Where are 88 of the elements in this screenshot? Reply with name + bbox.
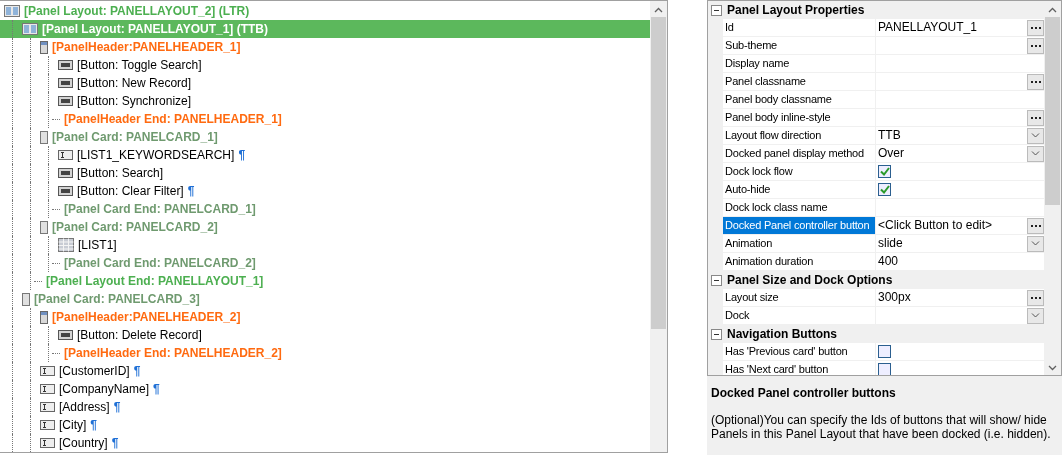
tree-item[interactable]: [Button: New Record]	[0, 74, 650, 92]
panel-icon	[40, 310, 48, 324]
ellipsis-button[interactable]	[1027, 73, 1044, 90]
tree-item[interactable]: [CompanyName] ¶	[0, 380, 650, 398]
button-icon	[58, 186, 73, 196]
textbox-icon	[40, 420, 55, 430]
chevron-down-icon	[1031, 151, 1040, 156]
property-name[interactable]: Docked panel display method	[723, 145, 876, 162]
property-value: TTB	[878, 127, 901, 144]
property-value: slide	[878, 235, 903, 252]
paragraph-mark: ¶	[133, 364, 141, 378]
property-name[interactable]: Layout flow direction	[723, 127, 876, 144]
button-icon	[58, 330, 73, 340]
property-value: 400	[878, 253, 899, 270]
tree-item[interactable]: [Button: Clear Filter] ¶	[0, 182, 650, 200]
button-icon	[58, 168, 73, 178]
button-icon	[58, 96, 73, 106]
tree-item[interactable]: [Address] ¶	[0, 398, 650, 416]
textbox-icon	[40, 384, 55, 394]
paragraph-mark: ¶	[90, 418, 98, 432]
tree-item[interactable]: [City] ¶	[0, 416, 650, 434]
description-text: (Optional)You can specify the Ids of buttons that will show/ hide Panels in this Panel Layout that have been docked (i.e. hidden).	[711, 413, 1052, 441]
panel-icon	[40, 40, 48, 54]
textbox-icon	[58, 150, 73, 160]
property-name[interactable]: Id	[723, 19, 876, 36]
scroll-down-icon[interactable]	[1048, 365, 1057, 371]
chevron-down-icon	[1031, 133, 1040, 138]
property-value: <Click Button to edit>	[878, 217, 993, 234]
tree-item[interactable]: [Button: Search]	[0, 164, 650, 182]
category-title: Panel Size and Dock Options	[727, 273, 893, 287]
button-icon	[58, 60, 73, 70]
textbox-icon	[40, 366, 55, 376]
ellipsis-icon	[1030, 80, 1041, 83]
ellipsis-icon	[1030, 224, 1041, 227]
paragraph-mark: ¶	[187, 184, 195, 198]
ellipsis-button[interactable]	[1027, 109, 1044, 126]
ellipsis-button[interactable]	[1027, 37, 1044, 54]
chevron-down-icon	[1031, 313, 1040, 318]
tree-item[interactable]: [Button: Delete Record]	[0, 326, 650, 344]
property-name[interactable]: Animation duration	[723, 253, 876, 270]
button-icon	[58, 78, 73, 88]
checkbox[interactable]	[878, 183, 891, 196]
scroll-up-icon[interactable]	[654, 7, 663, 13]
tree-item[interactable]: [LIST1]	[0, 236, 650, 254]
collapse-toggle[interactable]	[711, 4, 722, 16]
property-name[interactable]: Animation	[723, 235, 876, 252]
description-title: Docked Panel controller buttons	[711, 386, 897, 400]
grid-icon	[58, 238, 74, 252]
chevron-down-icon	[1031, 241, 1040, 246]
tree-item[interactable]: [Country] ¶	[0, 434, 650, 452]
tree-item[interactable]: [Button: Synchronize]	[0, 92, 650, 110]
ellipsis-button[interactable]	[1027, 289, 1044, 306]
card-icon	[40, 130, 48, 144]
tree-item[interactable]: [LIST1_KEYWORDSEARCH] ¶	[0, 146, 650, 164]
property-value: Over	[878, 145, 904, 162]
scroll-thumb[interactable]	[1045, 17, 1060, 205]
ellipsis-icon	[1030, 26, 1041, 29]
paragraph-mark: ¶	[153, 382, 160, 396]
ellipsis-button[interactable]	[1027, 217, 1044, 234]
card-icon	[22, 292, 30, 306]
scroll-thumb[interactable]	[651, 17, 666, 329]
ellipsis-icon	[1030, 296, 1041, 299]
paragraph-mark: ¶	[113, 400, 121, 414]
category-title: Navigation Buttons	[727, 327, 837, 341]
collapse-toggle[interactable]	[711, 274, 722, 286]
ellipsis-icon	[1030, 116, 1041, 119]
dropdown-button[interactable]	[1027, 145, 1044, 162]
property-name[interactable]: Layout size	[723, 289, 876, 306]
ellipsis-icon	[1030, 44, 1041, 47]
layout-icon	[4, 5, 20, 17]
collapse-toggle[interactable]	[711, 328, 722, 340]
textbox-icon	[40, 438, 55, 448]
textbox-icon	[40, 402, 55, 412]
checkbox[interactable]	[878, 165, 891, 178]
tree-item[interactable]: [Button: Toggle Search]	[0, 56, 650, 74]
checkbox[interactable]	[878, 363, 891, 375]
scroll-up-icon[interactable]	[1048, 7, 1057, 13]
property-name[interactable]: Docked Panel controller button	[723, 217, 876, 234]
paragraph-mark: ¶	[238, 148, 246, 162]
category-title: Panel Layout Properties	[727, 3, 865, 17]
property-value: 300px	[878, 289, 911, 306]
checkbox[interactable]	[878, 345, 891, 358]
tree-item[interactable]: [CustomerID] ¶	[0, 362, 650, 380]
layout-icon	[22, 23, 38, 35]
ellipsis-button[interactable]	[1027, 19, 1044, 36]
property-value: PANELLAYOUT_1	[878, 19, 977, 36]
card-icon	[40, 220, 48, 234]
paragraph-mark: ¶	[111, 436, 119, 450]
